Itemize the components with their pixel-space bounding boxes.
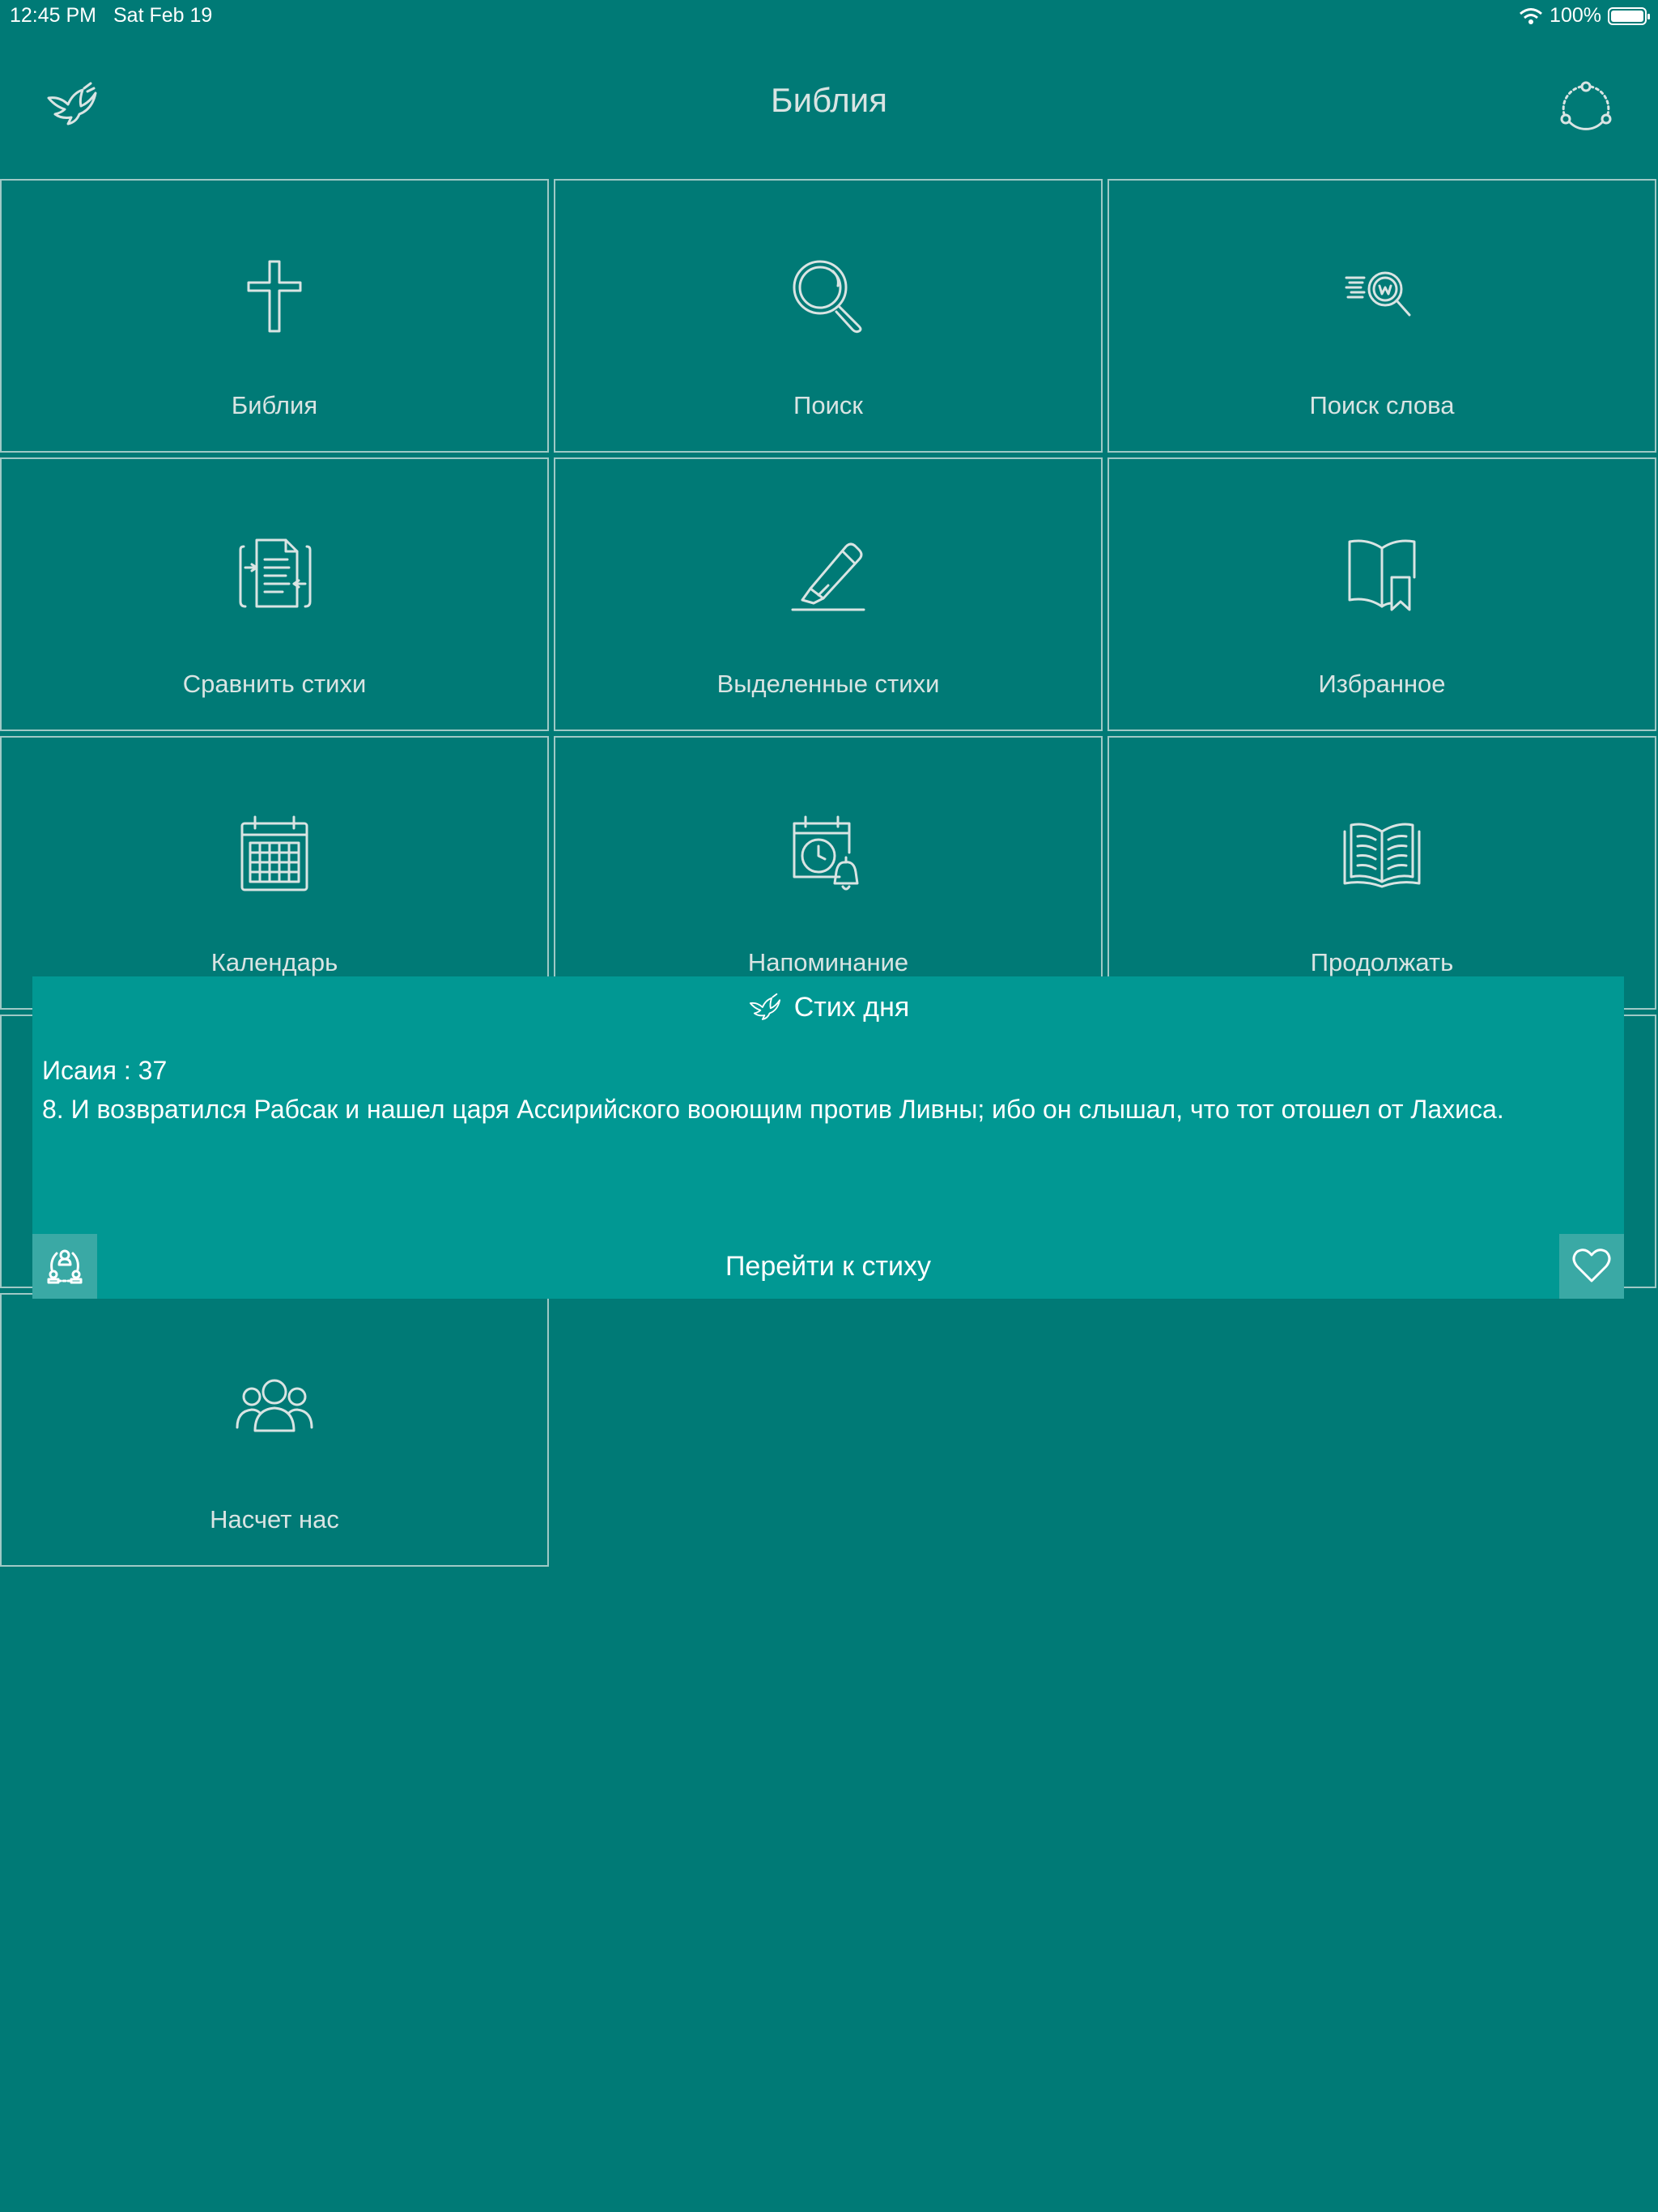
tile-compare[interactable]: Сравнить стихи bbox=[0, 457, 549, 731]
status-time: 12:45 PM bbox=[10, 4, 97, 27]
tile-about[interactable]: Насчет нас bbox=[0, 1293, 549, 1567]
tile-label: Насчет нас bbox=[210, 1505, 339, 1534]
page-title: Библия bbox=[771, 81, 887, 119]
status-bar: 12:45 PM Sat Feb 19 100% bbox=[0, 0, 1658, 32]
share-people-icon[interactable] bbox=[32, 1234, 97, 1299]
tile-search[interactable]: Поиск bbox=[554, 179, 1103, 453]
search-icon bbox=[786, 253, 870, 338]
tile-label: Сравнить стихи bbox=[182, 670, 367, 698]
tile-label: Избранное bbox=[1318, 670, 1446, 698]
compare-icon bbox=[232, 532, 317, 616]
share-icon[interactable] bbox=[1558, 77, 1614, 134]
tile-favorites[interactable]: Избранное bbox=[1107, 457, 1656, 731]
navigation-bar: Библия bbox=[0, 32, 1658, 178]
tile-bible[interactable]: Библия bbox=[0, 179, 549, 453]
verse-of-day-header: Стих дня bbox=[32, 991, 1624, 1023]
tile-label: Поиск слова bbox=[1309, 391, 1455, 419]
verse-actions: Перейти к стиху bbox=[32, 1234, 1624, 1299]
bookmark-book-icon bbox=[1340, 532, 1424, 616]
wifi-icon bbox=[1519, 7, 1543, 25]
reminder-icon bbox=[786, 810, 870, 895]
people-icon bbox=[232, 1368, 317, 1452]
open-book-icon bbox=[1340, 810, 1424, 895]
tile-calendar[interactable]: Календарь bbox=[0, 736, 549, 1010]
tile-word-search[interactable]: Поиск слова bbox=[1107, 179, 1656, 453]
status-date: Sat Feb 19 bbox=[113, 4, 213, 27]
heart-icon[interactable] bbox=[1559, 1234, 1624, 1299]
battery-icon bbox=[1608, 6, 1650, 25]
status-right: 100% bbox=[1519, 4, 1650, 28]
tile-highlights[interactable]: Выделенные стихи bbox=[554, 457, 1103, 731]
verse-text: 8. И возвратился Рабсак и нашел царя Асс… bbox=[42, 1095, 1504, 1124]
tile-label: Поиск bbox=[793, 391, 863, 419]
tile-label: Библия bbox=[231, 391, 318, 419]
calendar-icon bbox=[232, 810, 317, 895]
tile-label: Напоминание bbox=[747, 948, 909, 976]
battery-percent: 100% bbox=[1550, 4, 1601, 27]
tile-reminder[interactable]: Напоминание bbox=[554, 736, 1103, 1010]
tile-label: Выделенные стихи bbox=[716, 670, 940, 698]
verse-of-day-panel: Стих дня Исаия : 37 8. И возвратился Раб… bbox=[32, 976, 1624, 1299]
go-to-verse-button[interactable]: Перейти к стиху bbox=[97, 1234, 1559, 1299]
word-search-icon bbox=[1340, 253, 1424, 338]
tile-label: Продолжать bbox=[1310, 948, 1454, 976]
tile-label: Календарь bbox=[210, 948, 338, 976]
tile-continue[interactable]: Продолжать bbox=[1107, 736, 1656, 1010]
cross-icon bbox=[232, 253, 317, 338]
highlighter-icon bbox=[786, 532, 870, 616]
verse-reference: Исаия : 37 bbox=[42, 1056, 168, 1085]
verse-of-day-title: Стих дня bbox=[793, 991, 910, 1023]
dove-icon bbox=[747, 991, 783, 1023]
